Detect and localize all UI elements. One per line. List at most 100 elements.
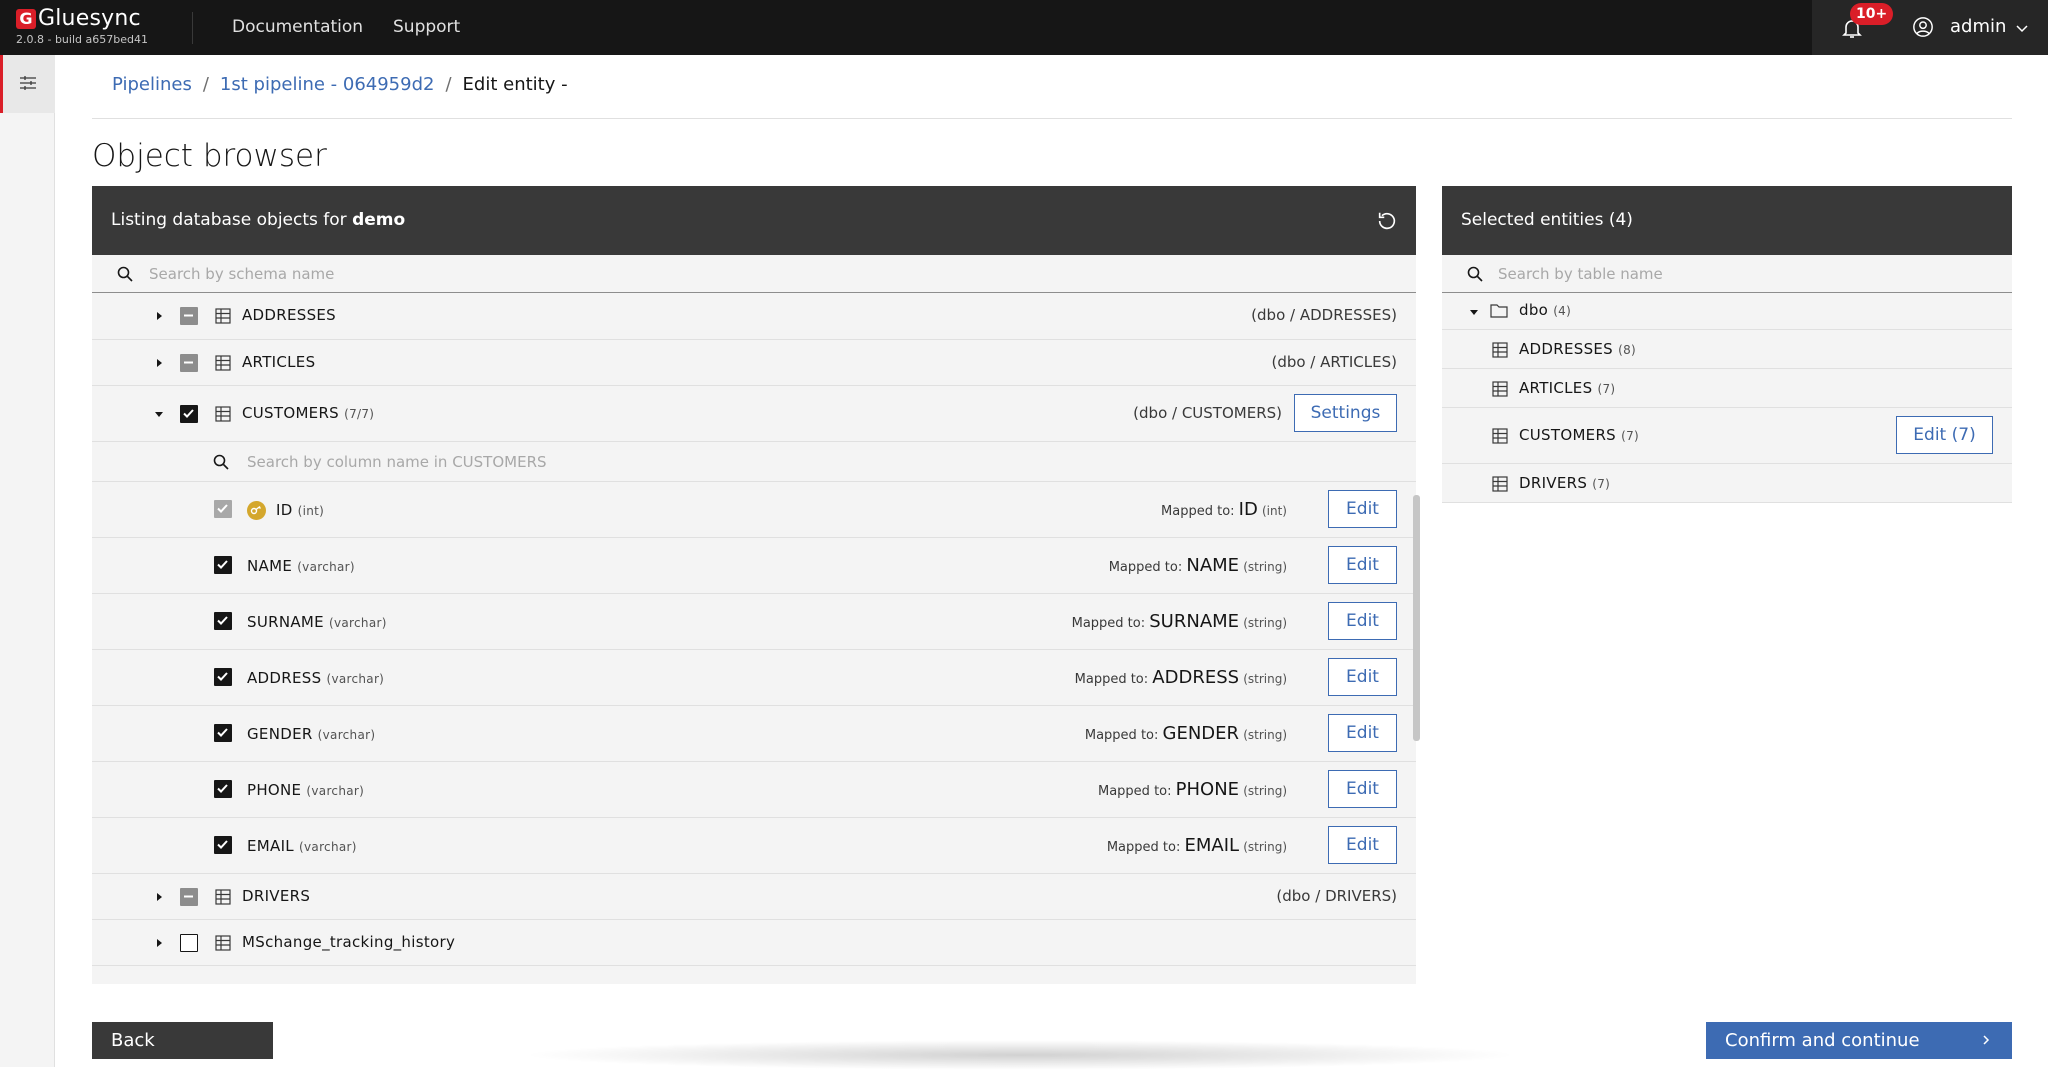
table-search[interactable]: Search by table name	[1442, 255, 2012, 293]
checkbox-articles[interactable]	[180, 354, 198, 372]
checkbox-addresses[interactable]	[180, 307, 198, 325]
menu-icon	[20, 76, 36, 90]
entity-row[interactable]: CUSTOMERS (7) Edit (7)	[1442, 408, 2012, 464]
checkbox-customers[interactable]	[180, 405, 198, 423]
column-mapping: Mapped to: ADDRESS (string)	[1074, 667, 1287, 688]
table-path: (dbo / DRIVERS)	[1276, 887, 1397, 905]
table-path: (dbo / ADDRESSES)	[1251, 306, 1397, 324]
column-row[interactable]: PHONE (varchar) Mapped to: PHONE (string…	[92, 762, 1416, 818]
edit-column-button[interactable]: Edit	[1328, 714, 1397, 752]
column-checkbox[interactable]	[214, 668, 232, 686]
table-row-drivers[interactable]: DRIVERS (dbo / DRIVERS)	[92, 874, 1416, 920]
brand[interactable]: G Gluesync 2.0.8 - build a657bed41	[16, 6, 148, 46]
sidebar-toggle-button[interactable]	[0, 55, 55, 113]
table-row-articles[interactable]: ARTICLES (dbo / ARTICLES)	[92, 340, 1416, 386]
column-row[interactable]: EMAIL (varchar) Mapped to: EMAIL (string…	[92, 818, 1416, 874]
table-path: (dbo / ARTICLES)	[1271, 353, 1397, 371]
column-row[interactable]: NAME (varchar) Mapped to: NAME (string) …	[92, 538, 1416, 594]
caret-down-icon[interactable]	[153, 408, 165, 420]
column-checkbox[interactable]	[214, 836, 232, 854]
back-button[interactable]: Back	[92, 1022, 273, 1059]
column-mapping: Mapped to: EMAIL (string)	[1106, 835, 1287, 856]
column-row[interactable]: SURNAME (varchar) Mapped to: SURNAME (st…	[92, 594, 1416, 650]
user-name[interactable]: admin	[1950, 0, 2006, 53]
breadcrumb-pipelines[interactable]: Pipelines	[112, 74, 192, 95]
breadcrumb-current: Edit entity -	[462, 74, 568, 95]
user-avatar-icon[interactable]	[1912, 16, 1934, 38]
caret-down-icon[interactable]	[1468, 306, 1480, 318]
column-name: PHONE (varchar)	[247, 781, 365, 799]
column-row[interactable]: ID (int) Mapped to: ID (int) Edit	[92, 482, 1416, 538]
search-icon	[213, 454, 229, 470]
table-icon	[215, 406, 231, 422]
entity-name: CUSTOMERS (7)	[1519, 426, 1639, 444]
column-search-input[interactable]: Search by column name in CUSTOMERS	[247, 442, 547, 482]
schema-search[interactable]: Search by schema name	[92, 255, 1416, 293]
edit-column-button[interactable]: Edit	[1328, 770, 1397, 808]
column-row[interactable]: ADDRESS (varchar) Mapped to: ADDRESS (st…	[92, 650, 1416, 706]
database-name: demo	[352, 210, 406, 230]
table-row-addresses[interactable]: ADDRESSES (dbo / ADDRESSES)	[92, 293, 1416, 340]
nav-documentation[interactable]: Documentation	[232, 0, 363, 55]
page-title: Object browser	[92, 138, 327, 174]
table-name: ARTICLES	[242, 353, 316, 371]
column-checkbox[interactable]	[214, 556, 232, 574]
chevron-down-icon[interactable]	[2014, 20, 2030, 36]
table-icon	[1492, 428, 1508, 444]
confirm-and-continue-button[interactable]: Confirm and continue	[1706, 1022, 2012, 1059]
column-name: GENDER (varchar)	[247, 725, 376, 743]
column-count: (7/7)	[344, 407, 375, 421]
table-search-input[interactable]: Search by table name	[1498, 255, 1663, 293]
edit-column-button[interactable]: Edit	[1328, 546, 1397, 584]
top-bar: G Gluesync 2.0.8 - build a657bed41 Docum…	[0, 0, 2048, 55]
folder-icon	[1490, 304, 1508, 318]
schema-row-dbo[interactable]: dbo (4)	[1442, 293, 2012, 330]
breadcrumb-pipeline[interactable]: 1st pipeline - 064959d2	[220, 74, 435, 95]
schema-name: dbo (4)	[1519, 301, 1572, 319]
caret-right-icon[interactable]	[153, 891, 165, 903]
edit-column-button[interactable]: Edit	[1328, 602, 1397, 640]
caret-right-icon[interactable]	[153, 937, 165, 949]
top-divider	[192, 12, 193, 44]
settings-button[interactable]: Settings	[1294, 394, 1397, 432]
edit-entity-button[interactable]: Edit (7)	[1896, 416, 1993, 454]
edit-column-button[interactable]: Edit	[1328, 658, 1397, 696]
edit-column-button[interactable]: Edit	[1328, 490, 1397, 528]
column-search[interactable]: Search by column name in CUSTOMERS	[92, 442, 1416, 482]
bottom-shadow	[520, 1040, 1520, 1070]
build-version: 2.0.8 - build a657bed41	[16, 33, 148, 46]
entity-row[interactable]: DRIVERS (7)	[1442, 464, 2012, 503]
breadcrumb-separator: /	[445, 74, 452, 95]
caret-right-icon[interactable]	[153, 310, 165, 322]
column-name: EMAIL (varchar)	[247, 837, 357, 855]
checkbox-drivers[interactable]	[180, 888, 198, 906]
schema-search-input[interactable]: Search by schema name	[149, 255, 334, 293]
edit-column-button[interactable]: Edit	[1328, 826, 1397, 864]
object-browser-panel: Listing database objects for demo Search…	[92, 186, 1416, 984]
table-name: MSchange_tracking_history	[242, 933, 456, 951]
chevron-right-icon	[1983, 1035, 1990, 1045]
entity-row[interactable]: ARTICLES (7)	[1442, 369, 2012, 408]
table-row-mschange-tracking-history[interactable]: MSchange_tracking_history	[92, 920, 1416, 966]
breadcrumb: Pipelines / 1st pipeline - 064959d2 / Ed…	[112, 74, 568, 95]
column-mapping: Mapped to: SURNAME (string)	[1071, 611, 1287, 632]
column-checkbox[interactable]	[214, 612, 232, 630]
nav-support[interactable]: Support	[393, 0, 460, 55]
column-row[interactable]: GENDER (varchar) Mapped to: GENDER (stri…	[92, 706, 1416, 762]
column-name: SURNAME (varchar)	[247, 613, 387, 631]
table-icon	[1492, 476, 1508, 492]
checkbox-mschange-tracking-history[interactable]	[180, 934, 198, 952]
entity-name: ADDRESSES (8)	[1519, 340, 1636, 358]
entity-row[interactable]: ADDRESSES (8)	[1442, 330, 2012, 369]
notification-badge: 10+	[1850, 3, 1894, 25]
table-row-customers[interactable]: CUSTOMERS (7/7) (dbo / CUSTOMERS) Settin…	[92, 386, 1416, 442]
caret-right-icon[interactable]	[153, 357, 165, 369]
tree-scrollbar[interactable]	[1413, 495, 1420, 741]
refresh-icon[interactable]	[1376, 210, 1398, 232]
column-checkbox[interactable]	[214, 780, 232, 798]
gluesync-logo-icon: G	[16, 8, 36, 29]
search-icon	[117, 266, 133, 282]
breadcrumb-separator: /	[202, 74, 209, 95]
table-icon	[215, 889, 231, 905]
column-checkbox[interactable]	[214, 724, 232, 742]
